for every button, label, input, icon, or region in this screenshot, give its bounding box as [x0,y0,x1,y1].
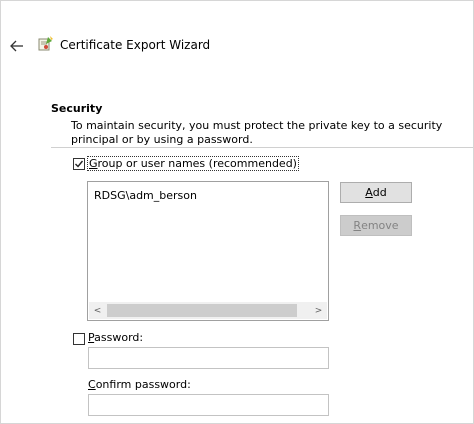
scroll-left-icon[interactable]: < [89,302,106,319]
security-description: To maintain security, you must protect t… [71,119,443,146]
wizard-title: Certificate Export Wizard [60,38,211,52]
security-heading: Security [51,102,103,115]
remove-button[interactable]: Remove [340,215,412,236]
password-label[interactable]: Password: [88,331,143,344]
horizontal-scrollbar[interactable]: < > [89,302,327,319]
wizard-window: Certificate Export Wizard Security To ma… [0,0,474,424]
password-checkbox[interactable] [73,333,85,345]
password-field[interactable] [88,347,329,369]
add-button[interactable]: Add [340,182,412,203]
certificate-wizard-icon [37,35,55,53]
scroll-thumb[interactable] [107,304,297,317]
principals-listbox[interactable]: RDSG\adm_berson < > [87,181,329,321]
header-separator [51,147,473,148]
confirm-password-field[interactable] [88,394,329,416]
group-names-checkbox[interactable] [73,158,85,170]
checkmark-icon [75,160,84,168]
back-arrow-icon[interactable] [8,37,26,55]
scroll-right-icon[interactable]: > [310,302,327,319]
confirm-password-label: Confirm password: [88,378,191,391]
wizard-header: Certificate Export Wizard [1,1,473,95]
list-item[interactable]: RDSG\adm_berson [94,189,197,202]
group-names-label[interactable]: Group or user names (recommended) [87,156,299,171]
